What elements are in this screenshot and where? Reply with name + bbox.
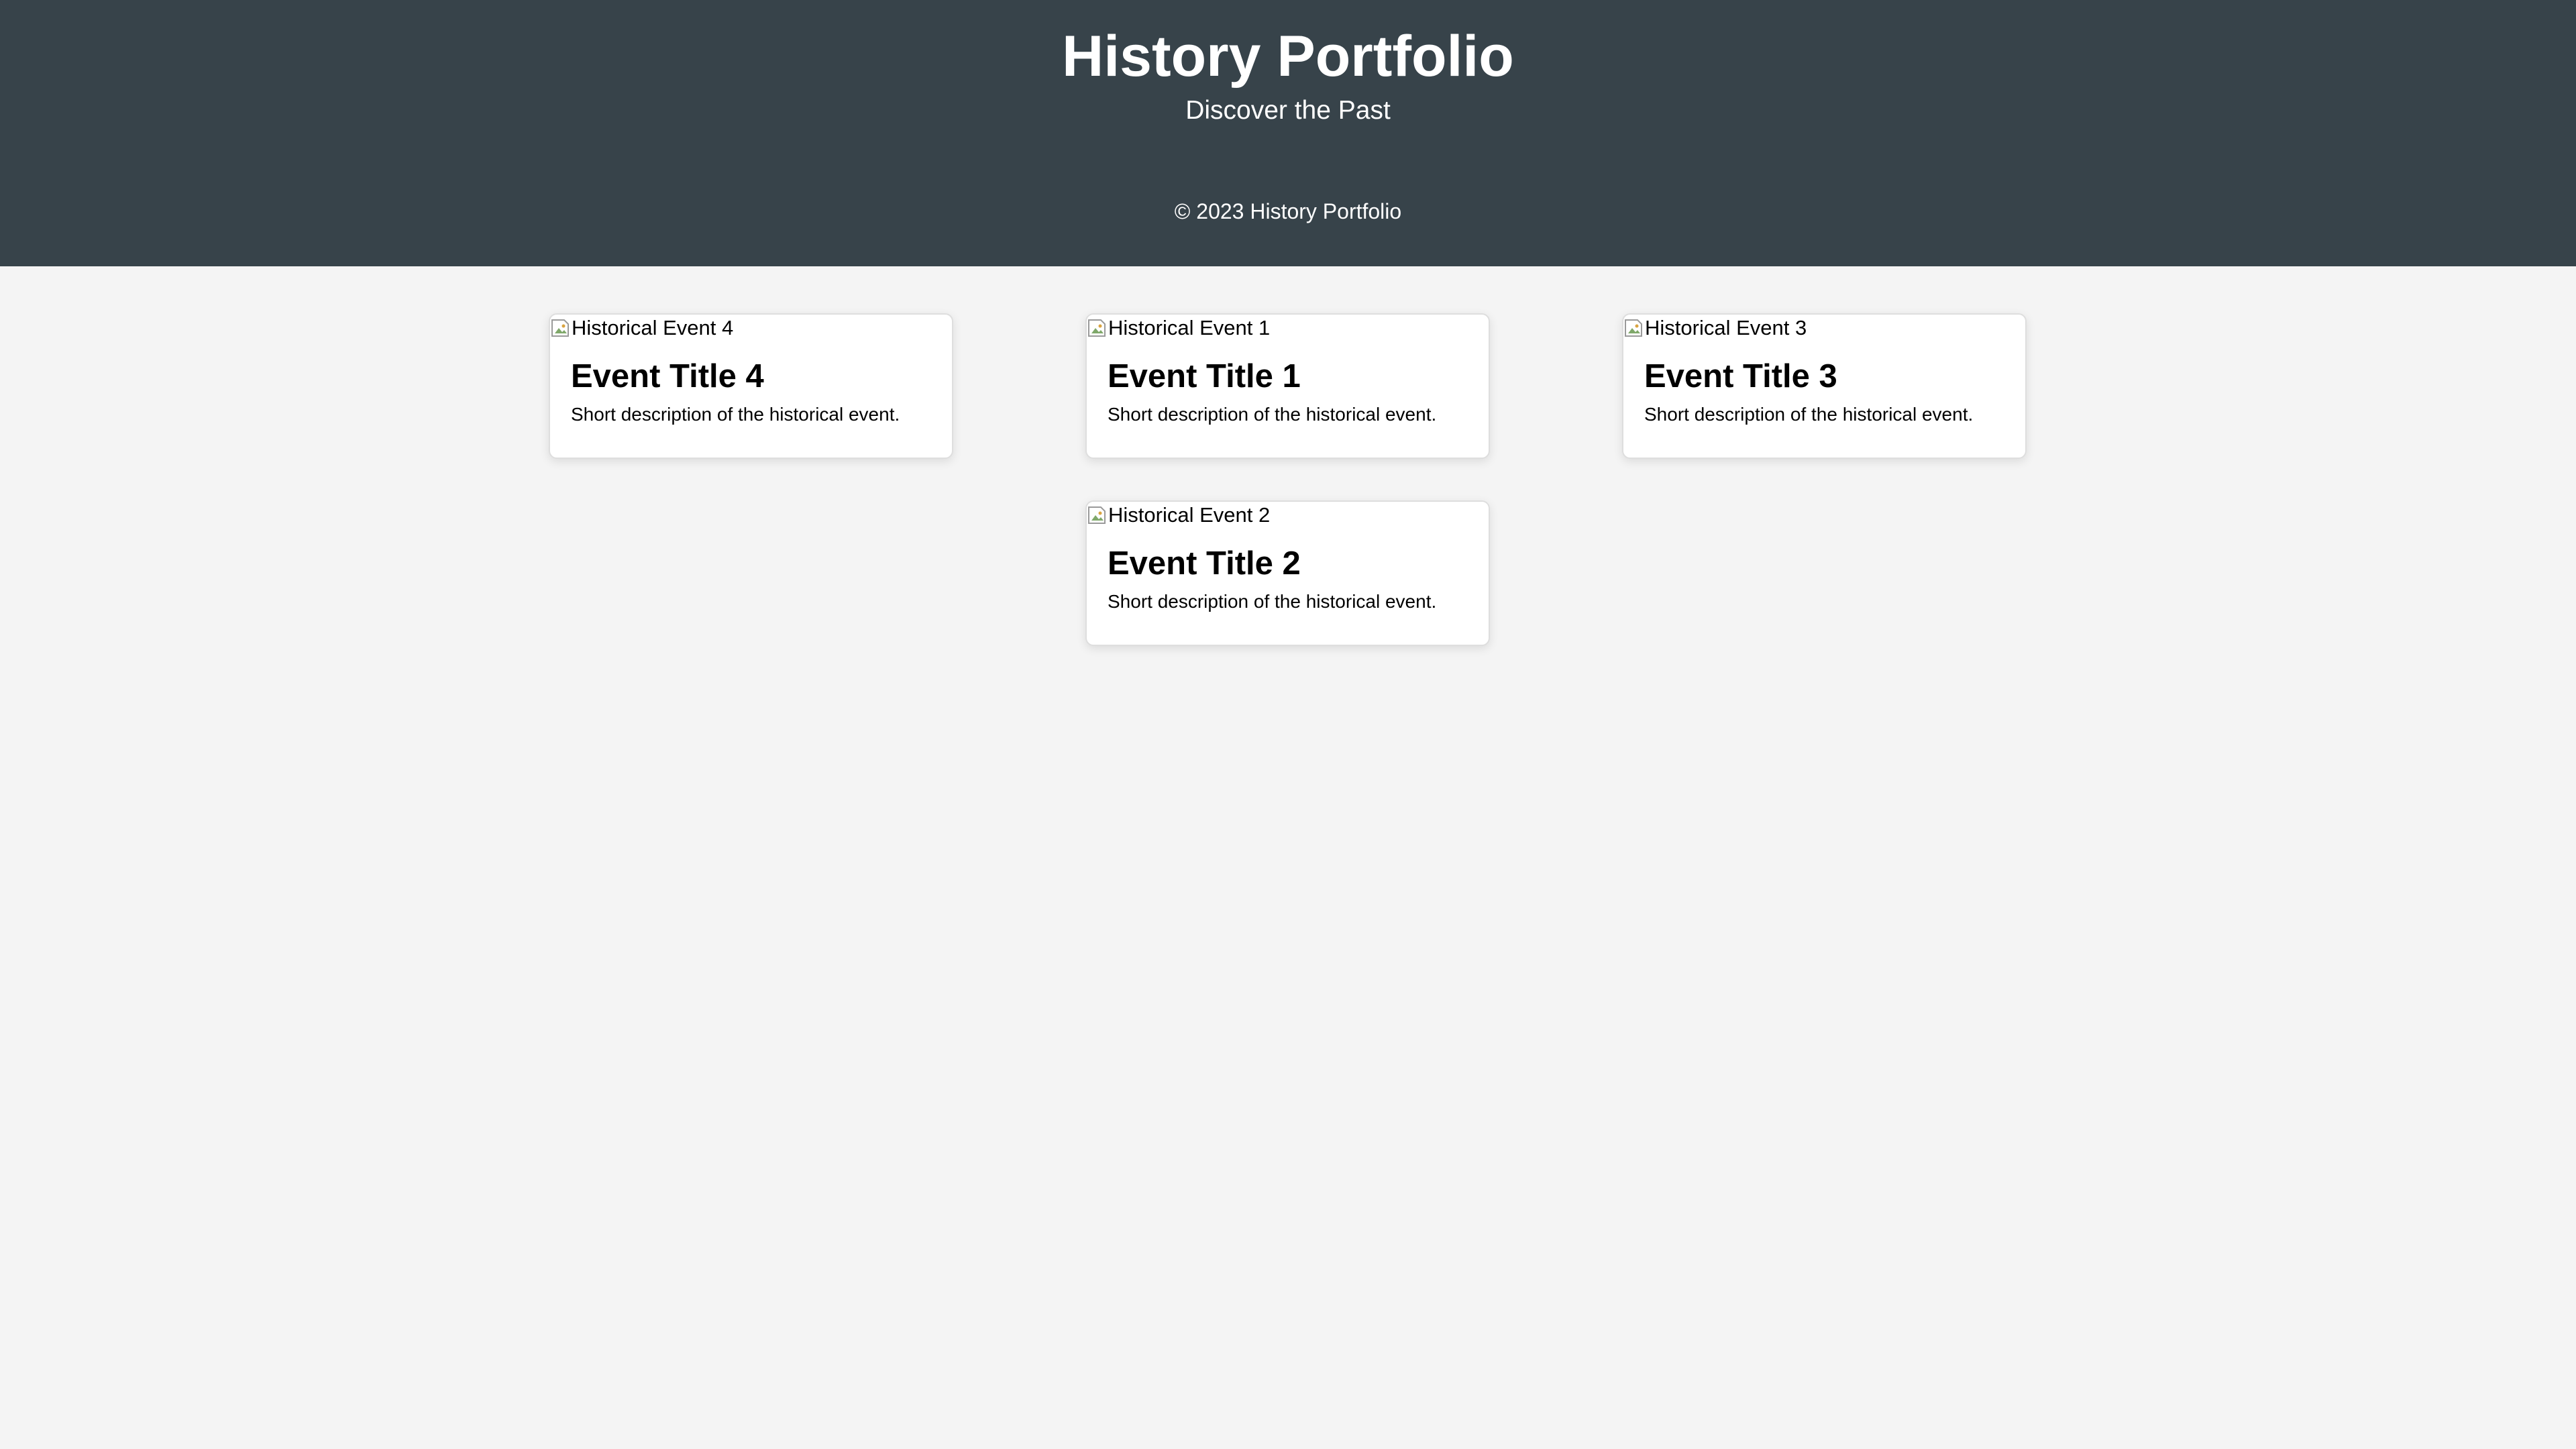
event-card[interactable]: Historical Event 3 Event Title 3 Short d… bbox=[1622, 313, 2027, 459]
card-image-alt: Historical Event 3 bbox=[1645, 316, 1807, 339]
card-description: Short description of the historical even… bbox=[1644, 404, 1974, 425]
card-title: Event Title 2 bbox=[1108, 545, 1301, 582]
broken-image-icon bbox=[1623, 317, 1644, 339]
card-title: Event Title 3 bbox=[1644, 358, 1837, 394]
card-image-alt: Historical Event 2 bbox=[1108, 503, 1271, 527]
card-description: Short description of the historical even… bbox=[1108, 404, 1437, 425]
broken-image-icon bbox=[1087, 504, 1107, 526]
event-card[interactable]: Historical Event 1 Event Title 1 Short d… bbox=[1085, 313, 1490, 459]
card-image-alt: Historical Event 1 bbox=[1108, 316, 1271, 339]
card-image: Historical Event 4 bbox=[550, 315, 733, 341]
broken-image-icon bbox=[550, 317, 570, 339]
card-title: Event Title 1 bbox=[1108, 358, 1301, 394]
event-card[interactable]: Historical Event 2 Event Title 2 Short d… bbox=[1085, 500, 1490, 646]
card-image: Historical Event 2 bbox=[1087, 502, 1270, 529]
card-image: Historical Event 1 bbox=[1087, 315, 1270, 341]
card-image: Historical Event 3 bbox=[1623, 315, 1807, 341]
event-card[interactable]: Historical Event 4 Event Title 4 Short d… bbox=[549, 313, 953, 459]
card-description: Short description of the historical even… bbox=[571, 404, 900, 425]
card-title: Event Title 4 bbox=[571, 358, 764, 394]
event-card-grid: Historical Event 4 Event Title 4 Short d… bbox=[0, 0, 2576, 1449]
card-description: Short description of the historical even… bbox=[1108, 591, 1437, 612]
broken-image-icon bbox=[1087, 317, 1107, 339]
card-image-alt: Historical Event 4 bbox=[572, 316, 734, 339]
